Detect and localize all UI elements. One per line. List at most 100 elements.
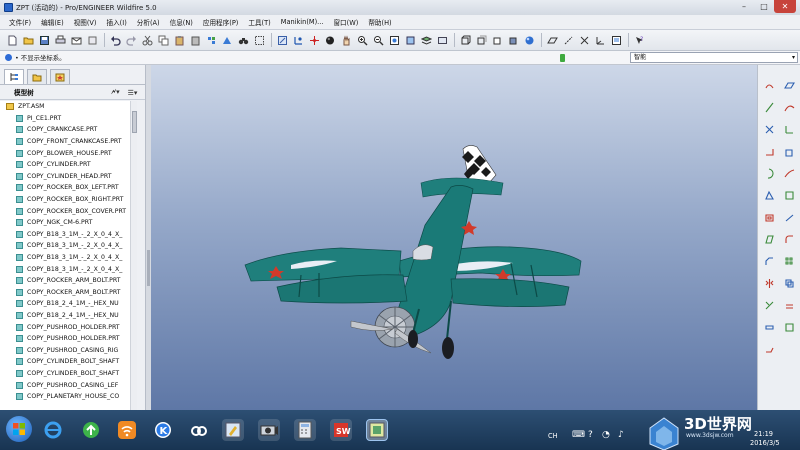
tree-item[interactable]: COPY_ROCKER_ARM_BOLT.PRT: [0, 287, 137, 299]
copy-icon[interactable]: [157, 34, 170, 47]
tree-root-assembly[interactable]: ZPT.ASM: [0, 101, 137, 113]
tab-favorites[interactable]: [50, 69, 70, 84]
find-binoculars-icon[interactable]: [237, 34, 250, 47]
chamfer-icon[interactable]: [763, 255, 775, 267]
menu-analysis[interactable]: 分析(A): [132, 17, 165, 27]
solidify-icon[interactable]: [783, 321, 795, 333]
input-language[interactable]: CH: [548, 432, 558, 440]
extrude-icon[interactable]: [783, 145, 795, 157]
view-manager-icon[interactable]: [436, 34, 449, 47]
menu-file[interactable]: 文件(F): [4, 17, 36, 27]
tree-item[interactable]: COPY_B18_2_4_1M_-_HEX_NU: [0, 310, 137, 322]
calculator-app-icon[interactable]: [294, 419, 316, 441]
csys-icon[interactable]: [783, 123, 795, 135]
minimize-button[interactable]: –: [734, 0, 754, 13]
menu-manikin[interactable]: Manikin(M)...: [276, 18, 329, 26]
annotations-icon[interactable]: [610, 34, 623, 47]
tree-item[interactable]: COPY_CRANKCASE.PRT: [0, 124, 137, 136]
regen-manager-icon[interactable]: [221, 34, 234, 47]
tree-item[interactable]: COPY_ROCKER_ARM_BOLT.PRT: [0, 275, 137, 287]
tree-settings-button[interactable]: 🗲▾: [107, 87, 124, 98]
hidden-line-icon[interactable]: [475, 34, 488, 47]
no-hidden-icon[interactable]: [491, 34, 504, 47]
close-button[interactable]: ✕: [774, 0, 796, 13]
menu-edit[interactable]: 编辑(E): [36, 17, 69, 27]
tree-item[interactable]: COPY_PUSHROD_HOLDER.PRT: [0, 321, 137, 333]
tree-item[interactable]: COPY_ROCKER_BOX_COVER.PRT: [0, 205, 137, 217]
tree-item[interactable]: COPY_PUSHROD_CASING_RIG: [0, 344, 137, 356]
sash-grip[interactable]: [147, 250, 150, 286]
proe-taskbar-icon[interactable]: [366, 419, 388, 441]
help-icon[interactable]: ?: [588, 430, 593, 440]
redo-icon[interactable]: [125, 34, 138, 47]
shell-icon[interactable]: [763, 211, 775, 223]
shaded-icon[interactable]: [507, 34, 520, 47]
pattern-icon[interactable]: [783, 255, 795, 267]
new-file-icon[interactable]: [6, 34, 19, 47]
wireframe-icon[interactable]: [459, 34, 472, 47]
graphics-window[interactable]: [151, 65, 757, 410]
menu-insert[interactable]: 插入(I): [101, 17, 131, 27]
tree-item[interactable]: COPY_B18_3_1M_-_2_X_0_4_X_: [0, 229, 137, 241]
network-icon[interactable]: ◔: [602, 430, 610, 440]
tree-item[interactable]: COPY_NGK_CM-6.PRT: [0, 217, 137, 229]
tree-item[interactable]: COPY_CYLINDER_BOLT_SHAFT: [0, 356, 137, 368]
coordinate-systems-icon[interactable]: [594, 34, 607, 47]
context-help-icon[interactable]: ?: [633, 34, 646, 47]
named-view-icon[interactable]: [404, 34, 417, 47]
tree-item[interactable]: COPY_B18_3_1M_-_2_X_0_4_X_: [0, 263, 137, 275]
menu-tools[interactable]: 工具(T): [243, 17, 275, 27]
datum-planes-icon[interactable]: [546, 34, 559, 47]
revolve-icon[interactable]: [763, 167, 775, 179]
model-tree-scrollbar[interactable]: [130, 101, 137, 410]
tree-item[interactable]: COPY_CYLINDER_HEAD.PRT: [0, 171, 137, 183]
tab-model-tree[interactable]: [4, 69, 24, 84]
tree-show-button[interactable]: ☰▾: [124, 87, 141, 98]
repaint-icon[interactable]: [276, 34, 289, 47]
enhanced-realism-icon[interactable]: [523, 34, 536, 47]
selection-filter-select[interactable]: 智能 ▾: [630, 52, 798, 63]
biplane-model[interactable]: [151, 65, 757, 410]
tree-item[interactable]: PI_CE1.PRT: [0, 113, 137, 125]
chevron-down-icon[interactable]: ▾: [792, 53, 795, 63]
tree-item[interactable]: COPY_PUSHROD_HOLDER.PRT: [0, 333, 137, 345]
email-icon[interactable]: [70, 34, 83, 47]
hole-icon[interactable]: [783, 189, 795, 201]
regenerate-icon[interactable]: [205, 34, 218, 47]
draft-icon[interactable]: [763, 233, 775, 245]
blend-icon[interactable]: [763, 189, 775, 201]
analysis-icon[interactable]: [763, 145, 775, 157]
green-arrow-app-icon[interactable]: [80, 419, 102, 441]
tree-item[interactable]: COPY_FRONT_CRANKCASE.PRT: [0, 136, 137, 148]
tree-item[interactable]: COPY_CYLINDER_BOLT_SHAFT: [0, 368, 137, 380]
menu-help[interactable]: 帮助(H): [363, 17, 396, 27]
maximize-button[interactable]: □: [754, 0, 774, 13]
tree-item[interactable]: COPY_PUSHROD_CASING_LEF: [0, 379, 137, 391]
open-folder-icon[interactable]: [22, 34, 35, 47]
menu-window[interactable]: 窗口(W): [328, 17, 363, 27]
trim-icon[interactable]: [763, 299, 775, 311]
menu-applications[interactable]: 应用程序(P): [198, 17, 244, 27]
tree-item[interactable]: COPY_B18_3_1M_-_2_X_0_4_X_: [0, 252, 137, 264]
shading-sphere-icon[interactable]: [324, 34, 337, 47]
datum-axis-icon[interactable]: [763, 101, 775, 113]
tree-item[interactable]: COPY_ROCKER_BOX_LEFT.PRT: [0, 182, 137, 194]
undo-icon[interactable]: [109, 34, 122, 47]
sketch-icon[interactable]: [763, 79, 775, 91]
save-icon[interactable]: [38, 34, 51, 47]
zoom-out-icon[interactable]: [372, 34, 385, 47]
orient-icon[interactable]: [292, 34, 305, 47]
k-app-icon[interactable]: K: [152, 419, 174, 441]
tree-item[interactable]: COPY_PLANETARY_HOUSE_CO: [0, 391, 137, 403]
print-icon[interactable]: [54, 34, 67, 47]
paint-app-icon[interactable]: [222, 419, 244, 441]
rib-icon[interactable]: [783, 211, 795, 223]
datum-curve-icon[interactable]: [783, 101, 795, 113]
datum-points-icon[interactable]: [578, 34, 591, 47]
sweep-icon[interactable]: [783, 167, 795, 179]
tree-item[interactable]: COPY_ROCKER_BOX_RIGHT.PRT: [0, 194, 137, 206]
ie-browser-icon[interactable]: [42, 419, 64, 441]
tree-item[interactable]: COPY_BLOWER_HOUSE.PRT: [0, 147, 137, 159]
spin-center-icon[interactable]: [308, 34, 321, 47]
datum-point-icon[interactable]: [763, 123, 775, 135]
